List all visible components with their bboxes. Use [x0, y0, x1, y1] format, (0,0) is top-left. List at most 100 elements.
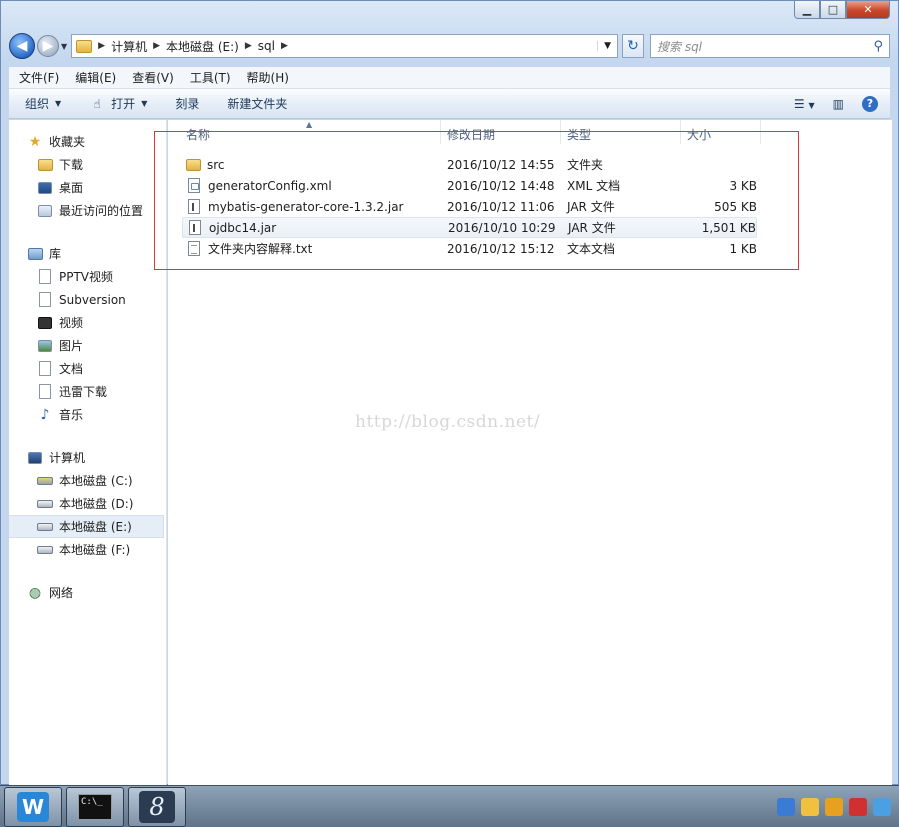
- explorer-window: ▁ □ ✕ ◀ ▶ ▼ ▶ 计算机 ▶ 本地磁盘 (E:) ▶ sql ▶ ▼ …: [0, 0, 899, 785]
- nav-drive-f[interactable]: 本地磁盘 (F:): [9, 538, 166, 561]
- recent-pages-dropdown[interactable]: ▼: [61, 42, 67, 51]
- nav-drive-c[interactable]: 本地磁盘 (C:): [9, 469, 166, 492]
- wps-icon: W: [17, 791, 49, 822]
- nav-documents[interactable]: 文档: [9, 357, 166, 380]
- file-date: 2016/10/12 14:48: [447, 178, 555, 193]
- nav-thunder-downloads[interactable]: 迅雷下载: [9, 380, 166, 403]
- burn-button[interactable]: 刻录: [175, 95, 199, 112]
- column-name[interactable]: 名称: [186, 126, 210, 143]
- nav-drive-d[interactable]: 本地磁盘 (D:): [9, 492, 166, 515]
- file-row-mybatis-generator[interactable]: mybatis-generator-core-1.3.2.jar 2016/10…: [182, 196, 757, 217]
- taskbar-wps-button[interactable]: W: [4, 786, 62, 827]
- nav-recent-places[interactable]: 最近访问的位置: [9, 199, 166, 222]
- chevron-right-icon[interactable]: ▶: [98, 41, 105, 51]
- chevron-right-icon[interactable]: ▶: [245, 41, 252, 51]
- column-size[interactable]: 大小: [687, 126, 711, 143]
- libraries-group: 库 PPTV视频 Subversion 视频 图片 文档 迅雷下载 ♪ 音乐: [9, 242, 166, 426]
- search-icon[interactable]: ⚲: [873, 39, 883, 54]
- nav-favorites[interactable]: ★ 收藏夹: [9, 130, 166, 153]
- nav-item-label: 文档: [59, 362, 84, 376]
- organize-button[interactable]: 组织 ▼: [25, 95, 61, 112]
- nav-pictures[interactable]: 图片: [9, 334, 166, 357]
- nav-libraries[interactable]: 库: [9, 242, 166, 265]
- menu-edit[interactable]: 编辑(E): [75, 69, 116, 86]
- open-button[interactable]: ☝ 打开 ▼: [89, 95, 148, 112]
- file-row-src[interactable]: src 2016/10/12 14:55 文件夹: [182, 154, 757, 175]
- nav-pptv-video[interactable]: PPTV视频: [9, 265, 166, 288]
- forward-button[interactable]: ▶: [37, 35, 59, 57]
- file-date: 2016/10/12 11:06: [447, 199, 555, 214]
- nav-item-label: 最近访问的位置: [59, 204, 144, 218]
- tray-user-icon[interactable]: [801, 797, 819, 816]
- nav-favorites-label: 收藏夹: [49, 135, 86, 149]
- column-divider[interactable]: [760, 120, 761, 144]
- favorites-group: ★ 收藏夹 下载 桌面 最近访问的位置: [9, 130, 166, 222]
- view-options-button[interactable]: ☰ ▼: [794, 97, 815, 111]
- nav-network[interactable]: ◍ 网络: [9, 581, 166, 604]
- network-group: ◍ 网络: [9, 581, 166, 604]
- breadcrumb-sql[interactable]: sql: [258, 39, 275, 53]
- breadcrumb-drive-e[interactable]: 本地磁盘 (E:): [166, 38, 239, 55]
- help-icon[interactable]: ?: [862, 95, 878, 112]
- nav-subversion[interactable]: Subversion: [9, 288, 166, 311]
- file-type: 文本文档: [567, 242, 616, 256]
- file-date: 2016/10/12 15:12: [447, 241, 555, 256]
- back-button[interactable]: ◀: [9, 33, 35, 59]
- burn-label: 刻录: [175, 97, 200, 111]
- file-row-generatorconfig[interactable]: generatorConfig.xml 2016/10/12 14:48 XML…: [182, 175, 757, 196]
- file-size: 3 KB: [729, 178, 757, 193]
- chevron-down-icon: ▼: [55, 99, 62, 108]
- nav-drive-e[interactable]: 本地磁盘 (E:): [9, 515, 164, 538]
- refresh-button[interactable]: ↻: [622, 34, 644, 58]
- taskbar-cmd-button[interactable]: C:\_: [66, 786, 124, 827]
- nav-computer-label: 计算机: [49, 451, 86, 465]
- address-bar[interactable]: ▶ 计算机 ▶ 本地磁盘 (E:) ▶ sql ▶ ▼: [71, 34, 618, 58]
- network-icon: ◍: [28, 584, 42, 601]
- chevron-right-icon[interactable]: ▶: [153, 41, 160, 51]
- new-folder-button[interactable]: 新建文件夹: [227, 95, 287, 112]
- nav-item-label: 图片: [59, 339, 84, 353]
- nav-music[interactable]: ♪ 音乐: [9, 403, 166, 426]
- close-button[interactable]: ✕: [846, 1, 890, 19]
- maximize-button[interactable]: □: [820, 1, 846, 19]
- tray-alert-icon[interactable]: [849, 797, 867, 816]
- file-row-ojdbc14[interactable]: ojdbc14.jar 2016/10/10 10:29 JAR 文件 1,50…: [182, 217, 757, 238]
- nav-item-label: 本地磁盘 (C:): [59, 474, 133, 488]
- file-size: 505 KB: [714, 199, 757, 214]
- address-dropdown-icon[interactable]: ▼: [597, 41, 617, 51]
- taskbar-app8-button[interactable]: 8: [128, 786, 186, 827]
- menu-tools[interactable]: 工具(T): [190, 69, 231, 86]
- nav-desktop[interactable]: 桌面: [9, 176, 166, 199]
- menu-file[interactable]: 文件(F): [19, 69, 59, 86]
- nav-videos[interactable]: 视频: [9, 311, 166, 334]
- text-file-icon: [188, 241, 200, 256]
- nav-downloads[interactable]: 下载: [9, 153, 166, 176]
- search-input[interactable]: 搜索 sql ⚲: [650, 34, 890, 58]
- column-type[interactable]: 类型: [567, 126, 591, 143]
- breadcrumb-computer[interactable]: 计算机: [111, 38, 147, 55]
- column-date[interactable]: 修改日期: [447, 126, 495, 143]
- tray-cube-icon[interactable]: [777, 797, 795, 816]
- column-divider[interactable]: [680, 120, 681, 144]
- recent-places-icon: [38, 204, 52, 217]
- nav-item-label: 视频: [59, 316, 84, 330]
- library-folder-icon: [39, 292, 51, 307]
- system-drive-icon: [37, 476, 53, 485]
- tray-security-icon[interactable]: [825, 797, 843, 816]
- nav-item-label: 音乐: [59, 408, 84, 422]
- preview-pane-button[interactable]: ▥: [833, 97, 844, 111]
- minimize-button[interactable]: ▁: [794, 1, 820, 19]
- menu-view[interactable]: 查看(V): [132, 69, 174, 86]
- nav-computer[interactable]: 计算机: [9, 446, 166, 469]
- file-list: ▲ 名称 修改日期 类型 大小 src 2016/10/12 14:55 文件夹…: [168, 120, 892, 785]
- column-divider[interactable]: [440, 120, 441, 144]
- chevron-right-icon[interactable]: ▶: [281, 41, 288, 51]
- file-row-readme-txt[interactable]: 文件夹内容解释.txt 2016/10/12 15:12 文本文档 1 KB: [182, 238, 757, 259]
- file-name: 文件夹内容解释.txt: [208, 242, 313, 256]
- menu-help[interactable]: 帮助(H): [247, 69, 289, 86]
- folder-icon: [76, 39, 93, 53]
- tray-network-icon[interactable]: [873, 797, 891, 816]
- file-type: JAR 文件: [567, 200, 615, 214]
- column-divider[interactable]: [560, 120, 561, 144]
- file-date: 2016/10/12 14:55: [447, 157, 555, 172]
